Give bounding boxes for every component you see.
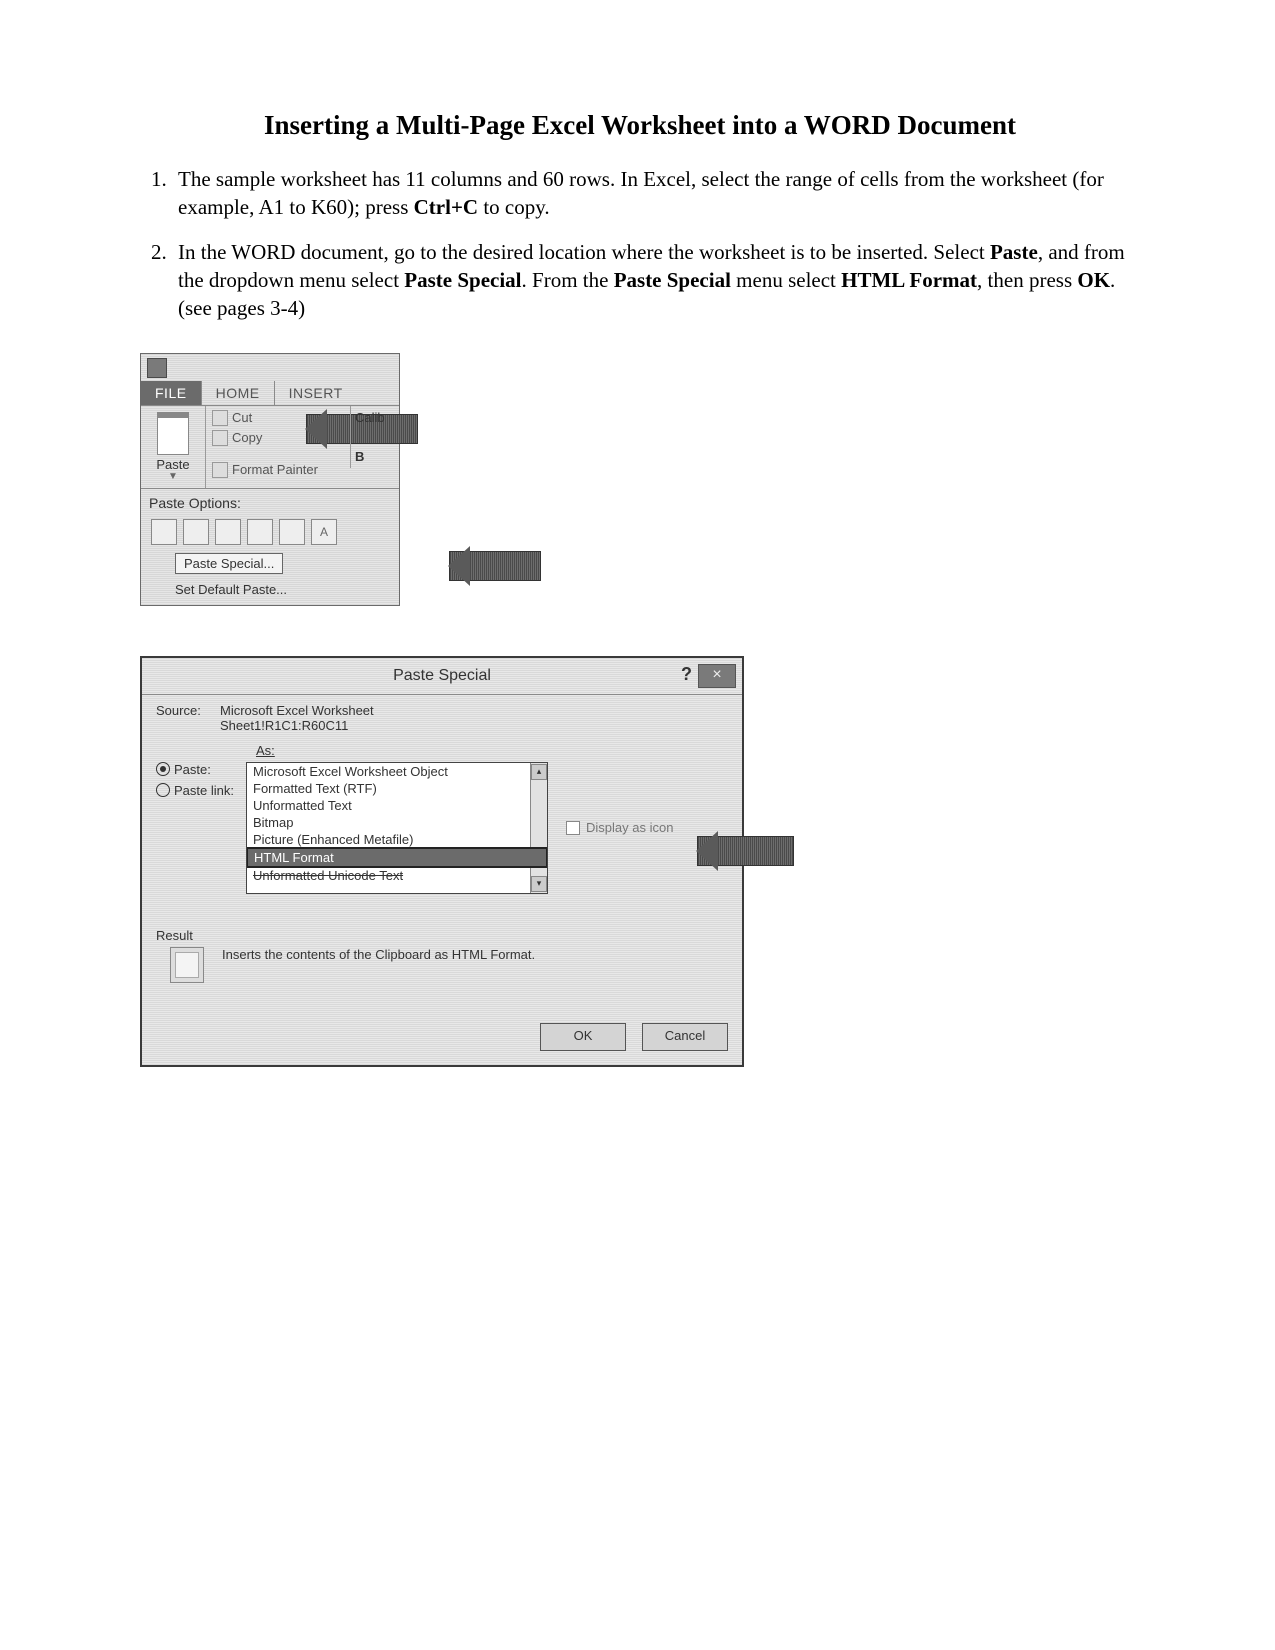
dialog-title-text: Paste Special bbox=[393, 667, 491, 685]
scissors-icon bbox=[212, 410, 228, 426]
font-group-preview: Calib B bbox=[350, 406, 399, 468]
radio-paste-link[interactable]: Paste link: bbox=[156, 783, 246, 798]
close-button[interactable]: × bbox=[698, 664, 736, 688]
annotation-arrow-3 bbox=[697, 836, 794, 866]
step-2-d: Paste Special bbox=[404, 268, 521, 292]
paste-options-label: Paste Options: bbox=[149, 495, 391, 511]
steps-list: The sample worksheet has 11 columns and … bbox=[140, 165, 1140, 323]
opt-bitmap[interactable]: Bitmap bbox=[247, 814, 547, 831]
opt-picture-emf[interactable]: Picture (Enhanced Metafile) bbox=[247, 831, 547, 848]
cancel-button[interactable]: Cancel bbox=[642, 1023, 728, 1051]
scroll-up-button[interactable]: ▴ bbox=[531, 764, 547, 780]
paste-icon bbox=[157, 412, 189, 455]
step-2-b: Paste bbox=[990, 240, 1038, 264]
help-button[interactable]: ? bbox=[681, 664, 692, 685]
step-2-g: menu select bbox=[731, 268, 841, 292]
keep-source-formatting-icon[interactable] bbox=[151, 519, 177, 545]
result-icon bbox=[170, 947, 204, 983]
use-destination-styles-icon[interactable] bbox=[215, 519, 241, 545]
step-2-a: In the WORD document, go to the desired … bbox=[178, 240, 990, 264]
source-label: Source: bbox=[156, 703, 210, 733]
brush-icon bbox=[212, 462, 228, 478]
step-2: In the WORD document, go to the desired … bbox=[172, 238, 1140, 323]
paste-special-dialog: Paste Special ? × Source: Microsoft Exce… bbox=[140, 656, 744, 1067]
opt-unformatted-text[interactable]: Unformatted Text bbox=[247, 797, 547, 814]
as-label: As: bbox=[256, 743, 275, 758]
paste-options-icons: A bbox=[149, 515, 391, 553]
source-line-1: Microsoft Excel Worksheet bbox=[220, 703, 374, 718]
radio-paste-dot bbox=[156, 762, 170, 776]
paste-button-label: Paste bbox=[141, 457, 205, 472]
step-1-text: The sample worksheet has 11 columns and … bbox=[178, 167, 1104, 219]
link-keep-source-formatting-icon[interactable] bbox=[247, 519, 273, 545]
step-2-h: HTML Format bbox=[841, 268, 977, 292]
opt-excel-object[interactable]: Microsoft Excel Worksheet Object bbox=[247, 763, 547, 780]
radio-link-dot bbox=[156, 783, 170, 797]
page-title: Inserting a Multi-Page Excel Worksheet i… bbox=[140, 110, 1140, 141]
opt-html-format[interactable]: HTML Format bbox=[246, 847, 548, 868]
font-name-hint: Calib bbox=[355, 410, 397, 425]
source-line-2: Sheet1!R1C1:R60C11 bbox=[220, 718, 374, 733]
set-default-paste-menu-item[interactable]: Set Default Paste... bbox=[175, 582, 391, 597]
display-as-icon-checkbox[interactable]: Display as icon bbox=[566, 762, 673, 894]
tab-insert[interactable]: INSERT bbox=[275, 381, 357, 405]
ribbon-screenshot: FILE HOME INSERT Paste ▼ Cut Copy Format… bbox=[140, 353, 400, 606]
format-listbox[interactable]: Microsoft Excel Worksheet Object Formatt… bbox=[246, 762, 548, 894]
step-1: The sample worksheet has 11 columns and … bbox=[172, 165, 1140, 222]
opt-unformatted-unicode[interactable]: Unformatted Unicode Text bbox=[247, 867, 547, 884]
ok-button[interactable]: OK bbox=[540, 1023, 626, 1051]
paste-dropdown-arrow[interactable]: ▼ bbox=[141, 472, 205, 482]
listbox-scrollbar[interactable]: ▴ ▾ bbox=[530, 763, 547, 893]
step-2-i: , then press bbox=[977, 268, 1077, 292]
opt-rtf[interactable]: Formatted Text (RTF) bbox=[247, 780, 547, 797]
step-2-e: . From the bbox=[522, 268, 614, 292]
copy-icon bbox=[212, 430, 228, 446]
display-as-icon-box bbox=[566, 821, 580, 835]
step-1-tail: to copy. bbox=[478, 195, 550, 219]
tab-file[interactable]: FILE bbox=[141, 381, 202, 405]
paste-special-menu-item[interactable]: Paste Special... bbox=[175, 553, 283, 574]
merge-formatting-icon[interactable] bbox=[183, 519, 209, 545]
picture-icon[interactable] bbox=[279, 519, 305, 545]
scroll-down-button[interactable]: ▾ bbox=[531, 876, 547, 892]
annotation-arrow-2 bbox=[449, 551, 541, 581]
tab-home[interactable]: HOME bbox=[202, 381, 275, 405]
dialog-titlebar: Paste Special ? × bbox=[142, 658, 742, 695]
radio-paste[interactable]: Paste: bbox=[156, 762, 246, 777]
step-1-shortcut: Ctrl+C bbox=[414, 195, 478, 219]
step-2-f: Paste Special bbox=[614, 268, 731, 292]
word-app-icon bbox=[141, 354, 399, 381]
step-2-j: OK bbox=[1077, 268, 1110, 292]
paste-button[interactable]: Paste ▼ bbox=[141, 406, 206, 488]
bold-button[interactable]: B bbox=[355, 449, 397, 464]
result-description: Inserts the contents of the Clipboard as… bbox=[222, 947, 535, 962]
result-group-label: Result bbox=[156, 928, 730, 943]
keep-text-only-icon[interactable]: A bbox=[311, 519, 337, 545]
